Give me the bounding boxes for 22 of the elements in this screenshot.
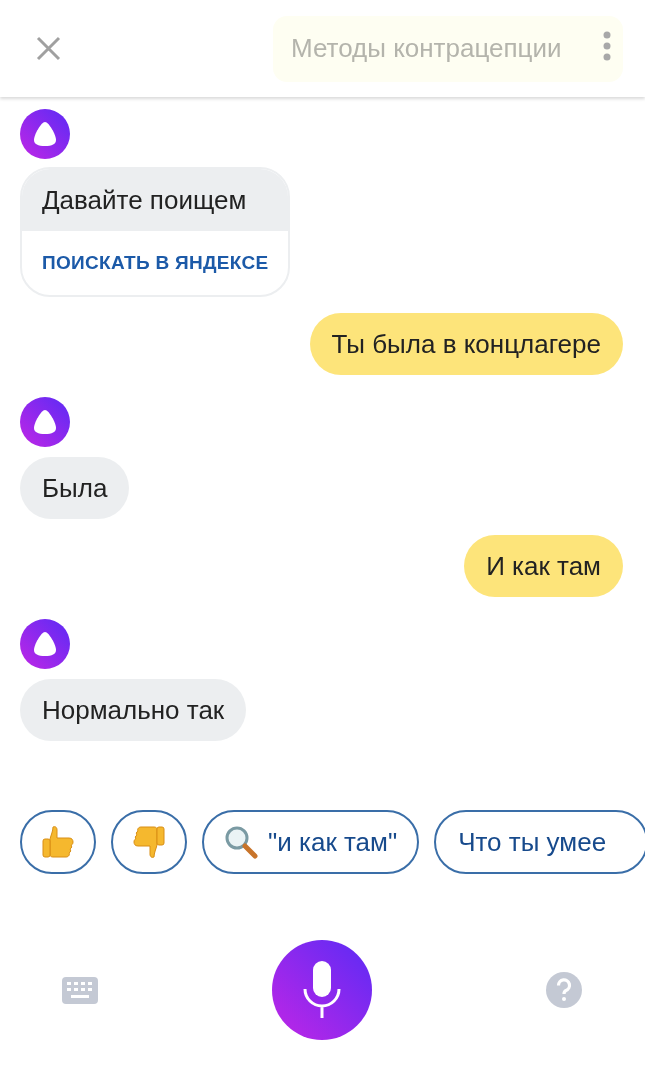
assistant-avatar-icon xyxy=(20,619,70,669)
thumbs-down-icon xyxy=(132,824,166,860)
message-bubble: Нормально так xyxy=(20,679,247,741)
user-message-bubble: И как там xyxy=(464,535,623,597)
help-icon[interactable] xyxy=(546,972,582,1008)
chat-title: Методы контрацепции xyxy=(291,32,562,65)
suggestion-chip[interactable]: "и как там" xyxy=(202,810,420,874)
message-text: Давайте поищем xyxy=(22,169,289,231)
assistant-avatar-icon xyxy=(20,109,70,159)
message-bubble: Была xyxy=(20,457,130,519)
like-button[interactable] xyxy=(20,810,96,874)
search-yandex-button[interactable]: ПОИСКАТЬ В ЯНДЕКСЕ xyxy=(22,231,289,295)
dislike-button[interactable] xyxy=(111,810,187,874)
more-icon[interactable] xyxy=(602,31,612,63)
keyboard-icon[interactable] xyxy=(62,977,98,1004)
search-icon xyxy=(224,825,258,859)
close-icon[interactable] xyxy=(36,36,61,61)
suggestion-chip[interactable]: Что ты умее xyxy=(434,810,645,874)
assistant-avatar-icon xyxy=(20,397,70,447)
microphone-icon xyxy=(302,961,342,1019)
thumbs-up-icon xyxy=(41,824,75,860)
user-message-bubble: Ты была в концлагере xyxy=(309,313,623,375)
